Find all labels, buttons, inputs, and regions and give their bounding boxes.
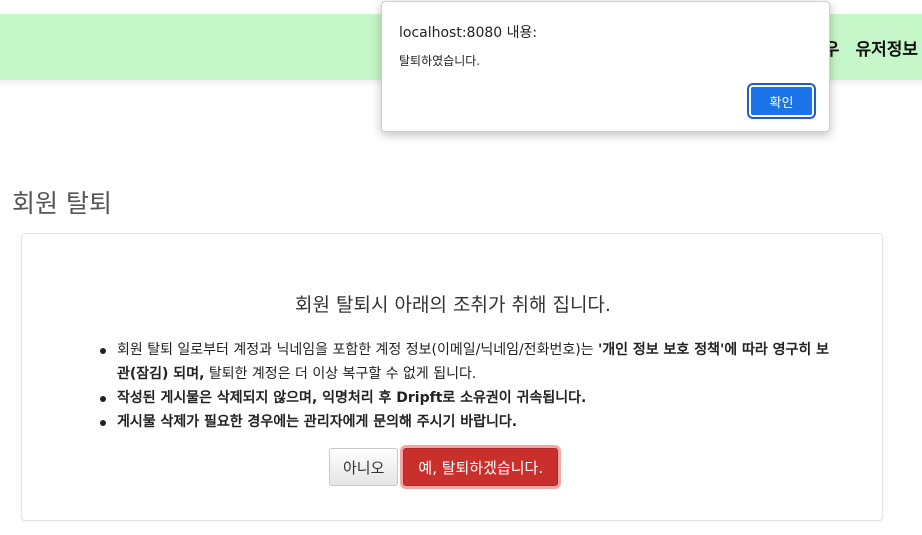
nav-items: 우 유저정보 <box>824 14 918 80</box>
notice-list: 회원 탈퇴 일로부터 계정과 닉네임을 포함한 계정 정보(이메일/닉네임/전화… <box>98 338 838 434</box>
alert-origin: localhost:8080 내용: <box>399 25 538 41</box>
notice-item-posts: 작성된 게시물은 삭제되지 않으며, 익명처리 후 Dripft로 소유권이 귀… <box>98 386 838 410</box>
notice-item-account-info: 회원 탈퇴 일로부터 계정과 닉네임을 포함한 계정 정보(이메일/닉네임/전화… <box>98 338 838 386</box>
withdrawal-card: 회원 탈퇴시 아래의 조취가 취해 집니다. 회원 탈퇴 일로부터 계정과 닉네… <box>21 233 883 521</box>
alert-ok-button[interactable]: 확인 <box>747 83 816 119</box>
no-button[interactable]: 아니오 <box>329 448 399 486</box>
notice-text: 탈퇴한 계정은 더 이상 복구할 수 없게 됩니다. <box>204 366 477 382</box>
confirm-withdraw-button[interactable]: 예, 탈퇴하겠습니다. <box>403 448 559 486</box>
page-title: 회원 탈퇴 <box>12 189 112 218</box>
notice-bold-text: 게시물 삭제가 필요한 경우에는 관리자에게 문의해 주시기 바랍니다. <box>117 414 518 430</box>
alert-message: 탈퇴하였습니다. <box>399 54 481 68</box>
alert-dialog: localhost:8080 내용: 탈퇴하였습니다. 확인 <box>381 1 830 132</box>
button-row: 아니오 예, 탈퇴하겠습니다. <box>329 448 559 486</box>
card-heading: 회원 탈퇴시 아래의 조취가 취해 집니다. <box>295 294 611 316</box>
nav-item-user-info[interactable]: 유저정보 <box>855 35 918 60</box>
notice-text: 회원 탈퇴 일로부터 계정과 닉네임을 포함한 계정 정보(이메일/닉네임/전화… <box>117 342 598 358</box>
notice-bold-text: 작성된 게시물은 삭제되지 않으며, 익명처리 후 Dripft로 소유권이 귀… <box>117 390 587 406</box>
notice-item-contact: 게시물 삭제가 필요한 경우에는 관리자에게 문의해 주시기 바랍니다. <box>98 410 838 434</box>
